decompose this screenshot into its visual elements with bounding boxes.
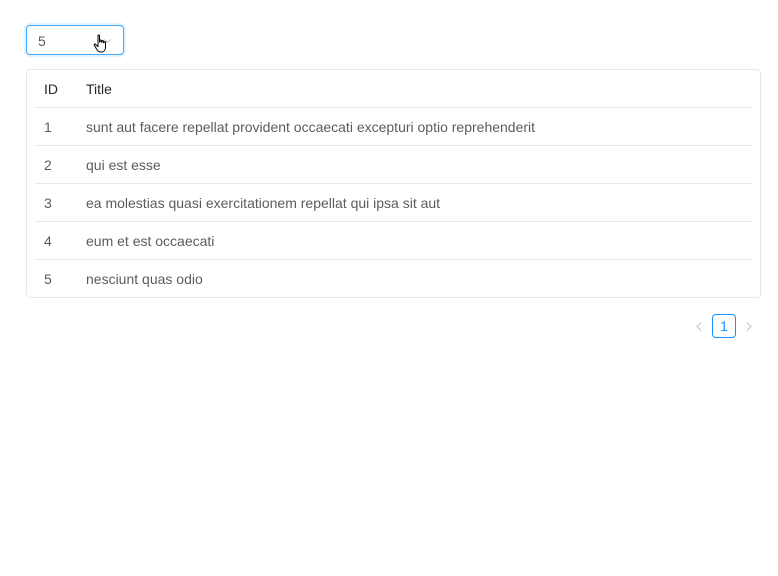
cell-id: 4 <box>44 233 52 249</box>
table-row: 4 eum et est occaecati <box>35 222 752 260</box>
chevron-left-icon <box>696 321 702 331</box>
table-row: 3 ea molestias quasi exercitationem repe… <box>35 184 752 222</box>
cell-title: nesciunt quas odio <box>86 271 203 287</box>
page-number-button[interactable]: 1 <box>712 314 736 338</box>
cell-id: 2 <box>44 157 52 173</box>
posts-table: ID Title 1 sunt aut facere repellat prov… <box>26 69 761 298</box>
table-row: 2 qui est esse <box>35 146 752 184</box>
cell-title: qui est esse <box>86 157 161 173</box>
pagination: 1 <box>692 314 756 338</box>
next-page-button[interactable] <box>742 314 756 338</box>
cell-title: eum et est occaecati <box>86 233 215 249</box>
cell-id: 5 <box>44 271 52 287</box>
column-header-id: ID <box>44 81 58 97</box>
page: 5 ID Title 1 sunt aut facere repellat pr… <box>0 0 778 576</box>
table-row: 5 nesciunt quas odio <box>35 260 752 298</box>
cell-id: 3 <box>44 195 52 211</box>
cell-title: sunt aut facere repellat provident occae… <box>86 119 536 135</box>
chevron-right-icon <box>746 321 752 331</box>
table-row: 1 sunt aut facere repellat provident occ… <box>35 108 752 146</box>
chevron-down-icon <box>104 39 111 43</box>
table-body: ID Title 1 sunt aut facere repellat prov… <box>35 70 752 298</box>
cell-title: ea molestias quasi exercitationem repell… <box>86 195 441 211</box>
page-size-select[interactable]: 5 <box>26 25 124 55</box>
column-header-title: Title <box>86 81 112 97</box>
prev-page-button[interactable] <box>692 314 706 338</box>
page-size-select-value: 5 <box>38 33 46 49</box>
cell-id: 1 <box>44 119 52 135</box>
table-header-row: ID Title <box>35 70 752 108</box>
